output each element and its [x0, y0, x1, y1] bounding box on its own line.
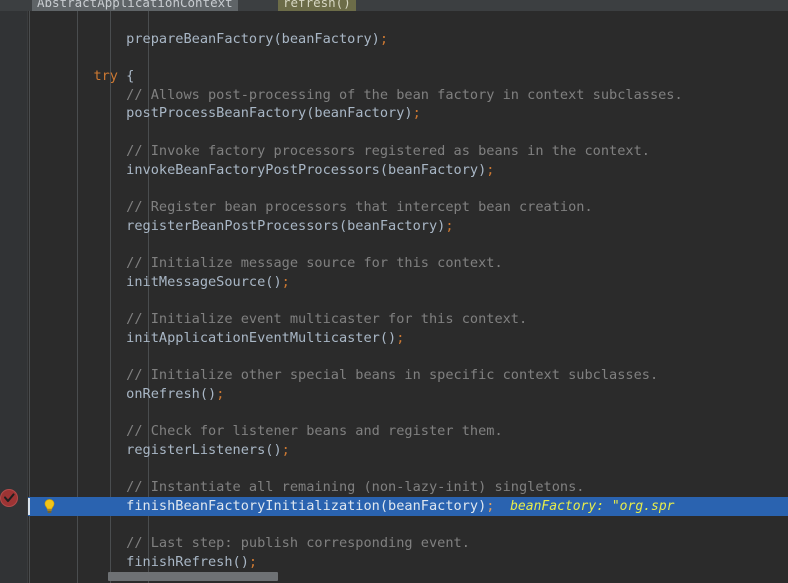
code-token-semi: ; [396, 330, 404, 346]
code-token-semi: ; [486, 162, 494, 178]
code-token-code: finishRefresh() [126, 554, 249, 570]
code-line[interactable]: postProcessBeanFactory(beanFactory); [28, 104, 788, 123]
code-token-kw: try [93, 68, 118, 84]
code-line[interactable]: // Allows post-processing of the bean fa… [28, 86, 788, 105]
code-token-code: { [118, 68, 134, 84]
code-lines[interactable]: prepareBeanFactory(beanFactory);try {// … [28, 11, 788, 583]
code-line[interactable] [28, 48, 788, 67]
code-token-comment: // Initialize message source for this co… [126, 255, 502, 271]
code-line[interactable]: // Initialize other special beans in spe… [28, 366, 788, 385]
code-line[interactable]: // Initialize message source for this co… [28, 254, 788, 273]
breakpoint-verified-icon[interactable] [0, 487, 22, 509]
code-line[interactable] [28, 403, 788, 422]
code-token-comment: // Allows post-processing of the bean fa… [126, 87, 683, 103]
code-line[interactable]: initApplicationEventMulticaster(); [28, 329, 788, 348]
code-line[interactable] [28, 235, 788, 254]
code-line[interactable]: // Register bean processors that interce… [28, 198, 788, 217]
code-token-semi: ; [413, 105, 421, 121]
code-line[interactable] [28, 179, 788, 198]
code-token-comment: // Initialize event multicaster for this… [126, 311, 527, 327]
code-line[interactable]: // Invoke factory processors registered … [28, 142, 788, 161]
code-token-comment: // Instantiate all remaining (non-lazy-i… [126, 479, 584, 495]
code-token-comment: // Check for listener beans and register… [126, 423, 502, 439]
code-token-code: prepareBeanFactory(beanFactory) [126, 31, 380, 47]
code-line-current-execution[interactable]: finishBeanFactoryInitialization(beanFact… [28, 497, 788, 516]
code-token-code: initMessageSource() [126, 274, 282, 290]
breadcrumb-item-method[interactable]: refresh() [278, 0, 356, 11]
code-line[interactable]: try { [28, 67, 788, 86]
code-token-semi: ; [380, 31, 388, 47]
code-line[interactable]: finishRefresh(); [28, 553, 788, 572]
lightbulb-icon[interactable] [41, 498, 58, 515]
code-line[interactable]: // Check for listener beans and register… [28, 422, 788, 441]
code-editor[interactable]: prepareBeanFactory(beanFactory);try {// … [28, 11, 788, 583]
code-line[interactable] [28, 291, 788, 310]
code-line[interactable] [28, 11, 788, 30]
code-token-semi: ; [282, 274, 290, 290]
code-token-comment: // Invoke factory processors registered … [126, 143, 650, 159]
code-token-semi: ; [216, 386, 224, 402]
code-token-code: registerBeanPostProcessors(beanFactory) [126, 218, 445, 234]
code-token-code: finishBeanFactoryInitialization(beanFact… [126, 498, 486, 514]
code-token-comment: // Initialize other special beans in spe… [126, 367, 658, 383]
code-token-semi: ; [249, 554, 257, 570]
code-line[interactable] [28, 123, 788, 142]
code-token-semi: ; [445, 218, 453, 234]
code-token-code: initApplicationEventMulticaster() [126, 330, 396, 346]
horizontal-scrollbar-thumb[interactable] [108, 572, 278, 581]
code-line[interactable]: // Initialize event multicaster for this… [28, 310, 788, 329]
code-line[interactable]: prepareBeanFactory(beanFactory); [28, 30, 788, 49]
code-token-code: invokeBeanFactoryPostProcessors(beanFact… [126, 162, 486, 178]
code-token-code: registerListeners() [126, 442, 282, 458]
ide-editor-window: AbstractApplicationContext refresh() pre… [0, 0, 788, 583]
code-token-code: onRefresh() [126, 386, 216, 402]
code-line[interactable]: invokeBeanFactoryPostProcessors(beanFact… [28, 161, 788, 180]
inline-parameter-hint: beanFactory: "org.spr [494, 499, 674, 514]
code-token-semi: ; [282, 442, 290, 458]
code-line[interactable]: registerBeanPostProcessors(beanFactory); [28, 217, 788, 236]
code-line[interactable]: // Last step: publish corresponding even… [28, 534, 788, 553]
code-token-code: postProcessBeanFactory(beanFactory) [126, 105, 412, 121]
code-line[interactable]: initMessageSource(); [28, 273, 788, 292]
code-line[interactable] [28, 460, 788, 479]
code-token-comment: // Last step: publish corresponding even… [126, 535, 470, 551]
breadcrumb: AbstractApplicationContext refresh() [0, 0, 788, 11]
code-line[interactable]: registerListeners(); [28, 441, 788, 460]
code-line[interactable]: // Instantiate all remaining (non-lazy-i… [28, 478, 788, 497]
code-token-comment: // Register bean processors that interce… [126, 199, 593, 215]
horizontal-scrollbar-track[interactable] [28, 571, 788, 583]
gutter-divider [27, 11, 28, 583]
code-line[interactable] [28, 347, 788, 366]
code-line[interactable] [28, 516, 788, 535]
execution-pointer-bar [28, 498, 30, 515]
breadcrumb-item-class[interactable]: AbstractApplicationContext [32, 0, 238, 11]
code-line[interactable]: onRefresh(); [28, 385, 788, 404]
